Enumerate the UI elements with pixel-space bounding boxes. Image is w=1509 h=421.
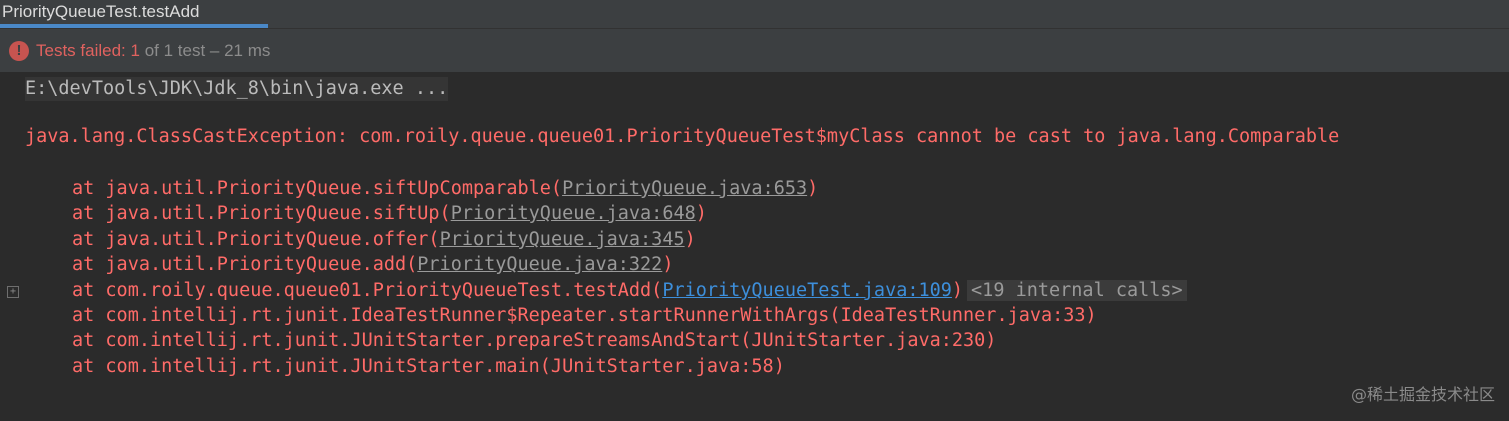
error-icon: ! xyxy=(9,41,29,61)
source-link[interactable]: PriorityQueue.java:345 xyxy=(440,229,685,250)
source-link[interactable]: PriorityQueue.java:648 xyxy=(451,203,696,224)
stack-end: ) xyxy=(695,203,707,224)
stack-method: at java.util.PriorityQueue.siftUpCompara… xyxy=(72,178,563,199)
stack-frame: at java.util.PriorityQueue.add(PriorityQ… xyxy=(72,253,673,277)
failed-count: 1 xyxy=(130,41,140,60)
stack-frame: at com.intellij.rt.junit.IdeaTestRunner$… xyxy=(72,305,1097,326)
source-link-user-code[interactable]: PriorityQueueTest.java:109 xyxy=(662,280,952,301)
stack-end: ) xyxy=(951,280,964,301)
stack-frame: at java.util.PriorityQueue.offer(Priorit… xyxy=(72,228,696,252)
source-link[interactable]: PriorityQueue.java:653 xyxy=(562,178,807,199)
stack-method: at java.util.PriorityQueue.add( xyxy=(72,254,418,275)
test-status-text: Tests failed: 1 of 1 test – 21 ms xyxy=(36,39,270,63)
stack-end: ) xyxy=(807,178,819,199)
console-output[interactable]: E:\devTools\JDK\Jdk_8\bin\java.exe ... j… xyxy=(0,73,1509,421)
status-suffix: of 1 test – 21 ms xyxy=(139,41,271,60)
exception-message: java.lang.ClassCastException: com.roily.… xyxy=(25,126,1340,147)
stack-end: ) xyxy=(684,229,696,250)
stack-frame: at com.intellij.rt.junit.JUnitStarter.ma… xyxy=(72,356,785,377)
command-line: E:\devTools\JDK\Jdk_8\bin\java.exe ... xyxy=(25,77,449,101)
stack-end: ) xyxy=(662,254,674,275)
source-link[interactable]: PriorityQueue.java:322 xyxy=(417,254,662,275)
stack-frame: at java.util.PriorityQueue.siftUp(Priori… xyxy=(72,202,707,226)
stack-method: at java.util.PriorityQueue.offer( xyxy=(72,229,440,250)
stack-method: at java.util.PriorityQueue.siftUp( xyxy=(72,203,451,224)
stack-method: at com.roily.queue.queue01.PriorityQueue… xyxy=(72,280,663,301)
watermark: @稀土掘金技术社区 xyxy=(1350,385,1495,404)
test-status-bar: ! Tests failed: 1 of 1 test – 21 ms xyxy=(0,29,1509,73)
status-prefix: Tests failed: xyxy=(36,41,131,60)
internal-calls-fold[interactable]: <19 internal calls> xyxy=(967,280,1187,301)
expand-icon[interactable]: + xyxy=(7,286,19,298)
run-tab-bar: PriorityQueueTest.testAdd xyxy=(0,0,1509,29)
stack-frame: at com.intellij.rt.junit.JUnitStarter.pr… xyxy=(72,330,997,351)
stack-frame: at com.roily.queue.queue01.PriorityQueue… xyxy=(72,279,1187,303)
tab-title: PriorityQueueTest.testAdd xyxy=(2,2,200,21)
active-tab-indicator xyxy=(0,24,268,28)
stack-frame: at java.util.PriorityQueue.siftUpCompara… xyxy=(72,177,818,201)
